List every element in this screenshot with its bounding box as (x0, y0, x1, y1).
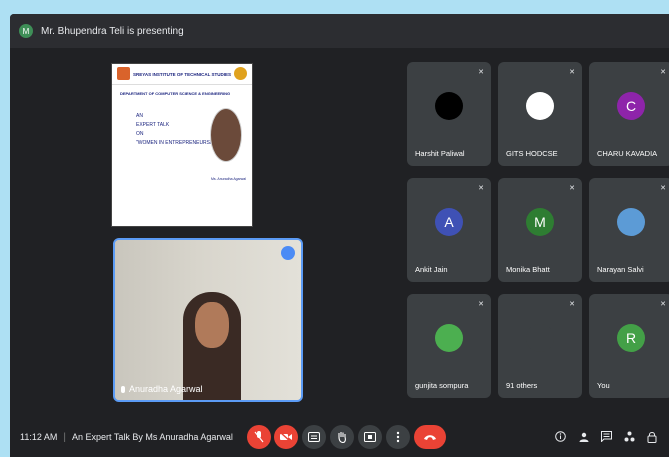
camera-off-icon (280, 432, 292, 442)
participant-avatar: M (526, 208, 554, 236)
participant-name: CHARU KAVADIA (597, 149, 658, 158)
emblem-icon (234, 67, 247, 80)
mic-muted-icon: ✕ (660, 301, 666, 308)
presentation-slide[interactable]: SREYAS INSTITUTE OF TECHNICAL STUDIES DE… (111, 63, 253, 227)
mic-muted-icon: ✕ (660, 185, 666, 192)
presenting-bar: M Mr. Bhupendra Teli is presenting (10, 14, 669, 48)
participant-tile[interactable]: ✕ C CHARU KAVADIA (589, 62, 669, 166)
mic-off-button[interactable] (247, 425, 271, 449)
leave-call-button[interactable] (414, 425, 446, 449)
mic-muted-icon: ✕ (478, 301, 484, 308)
mic-muted-icon: ✕ (660, 69, 666, 76)
participant-avatar: C (617, 92, 645, 120)
clock: 11:12 AM (20, 432, 58, 442)
present-screen-icon (364, 432, 376, 442)
participant-avatar (526, 92, 554, 120)
speaker-name: Anuradha Agarwal (129, 384, 203, 394)
info-button[interactable] (555, 431, 566, 445)
participant-tile[interactable]: ✕ gunjita sompura (407, 294, 491, 398)
separator: | (63, 431, 66, 443)
participant-tile[interactable]: ✕ Narayan Salvi (589, 178, 669, 282)
mic-muted-icon: ✕ (478, 185, 484, 192)
participant-avatar: A (435, 208, 463, 236)
participant-tile[interactable]: ✕ M Monika Bhatt (498, 178, 582, 282)
slide-header: SREYAS INSTITUTE OF TECHNICAL STUDIES (112, 64, 252, 85)
participant-avatar (617, 208, 645, 236)
activities-icon (624, 431, 635, 442)
people-icon (579, 432, 589, 442)
more-options-button[interactable] (386, 425, 410, 449)
mic-muted-icon: ✕ (478, 69, 484, 76)
participant-name: You (597, 381, 610, 390)
speaker-face (195, 302, 229, 348)
captions-button[interactable] (302, 425, 326, 449)
participant-tile[interactable]: ✕ A Ankit Jain (407, 178, 491, 282)
mic-muted-icon: ✕ (569, 185, 575, 192)
participant-avatar (435, 92, 463, 120)
camera-off-button[interactable] (274, 425, 298, 449)
speaker-photo (210, 108, 242, 162)
presenting-label: Mr. Bhupendra Teli is presenting (41, 25, 184, 37)
participant-tile[interactable]: ✕ GITS HODCSE (498, 62, 582, 166)
participant-avatar (526, 324, 554, 352)
end-call-icon (424, 435, 436, 440)
participant-name: Narayan Salvi (597, 265, 644, 274)
hand-icon (338, 432, 346, 443)
participant-name: GITS HODCSE (506, 149, 558, 158)
speaking-indicator-icon (281, 246, 295, 260)
participant-name: Harshit Paliwal (415, 149, 465, 158)
raise-hand-button[interactable] (330, 425, 354, 449)
meeting-title: An Expert Talk By Ms Anuradha Agarwal (71, 432, 233, 442)
host-controls-button[interactable] (647, 431, 657, 446)
chat-icon (601, 431, 612, 443)
activities-button[interactable] (624, 431, 635, 445)
bottom-toolbar: 11:12 AM | An Expert Talk By Ms Anuradha… (10, 417, 669, 457)
slide-speaker-name: Ms. Anuradha Agarwal (210, 177, 246, 181)
participant-name: gunjita sompura (415, 381, 469, 390)
meeting-window: M Mr. Bhupendra Teli is presenting SREYA… (10, 14, 669, 457)
more-vert-icon (396, 431, 400, 443)
mic-muted-icon: ✕ (569, 301, 575, 308)
participant-name: 91 others (506, 381, 538, 390)
slide-department: DEPARTMENT OF COMPUTER SCIENCE & ENGINEE… (120, 91, 231, 96)
lock-icon (647, 431, 657, 443)
mic-muted-icon: ✕ (569, 69, 575, 76)
participant-avatar (435, 324, 463, 352)
mic-icon (121, 385, 125, 393)
slide-institute: SREYAS INSTITUTE OF TECHNICAL STUDIES (132, 71, 231, 77)
mic-off-icon (254, 431, 264, 443)
chat-button[interactable] (601, 431, 612, 445)
participant-name: Monika Bhatt (506, 265, 550, 274)
speaker-name-label: Anuradha Agarwal (121, 384, 203, 394)
participant-name: Ankit Jain (415, 265, 448, 274)
present-button[interactable] (358, 425, 382, 449)
speaker-video-tile[interactable]: Anuradha Agarwal (113, 238, 303, 402)
participant-tile[interactable]: ✕ R You (589, 294, 669, 398)
institute-logo-icon (117, 67, 130, 80)
participant-avatar: R (617, 324, 645, 352)
participant-tile[interactable]: ✕ 91 others (498, 294, 582, 398)
people-button[interactable] (578, 431, 590, 446)
captions-icon (308, 432, 320, 442)
presenter-avatar: M (19, 24, 33, 38)
participant-tile[interactable]: ✕ Harshit Paliwal (407, 62, 491, 166)
info-icon (555, 431, 566, 442)
